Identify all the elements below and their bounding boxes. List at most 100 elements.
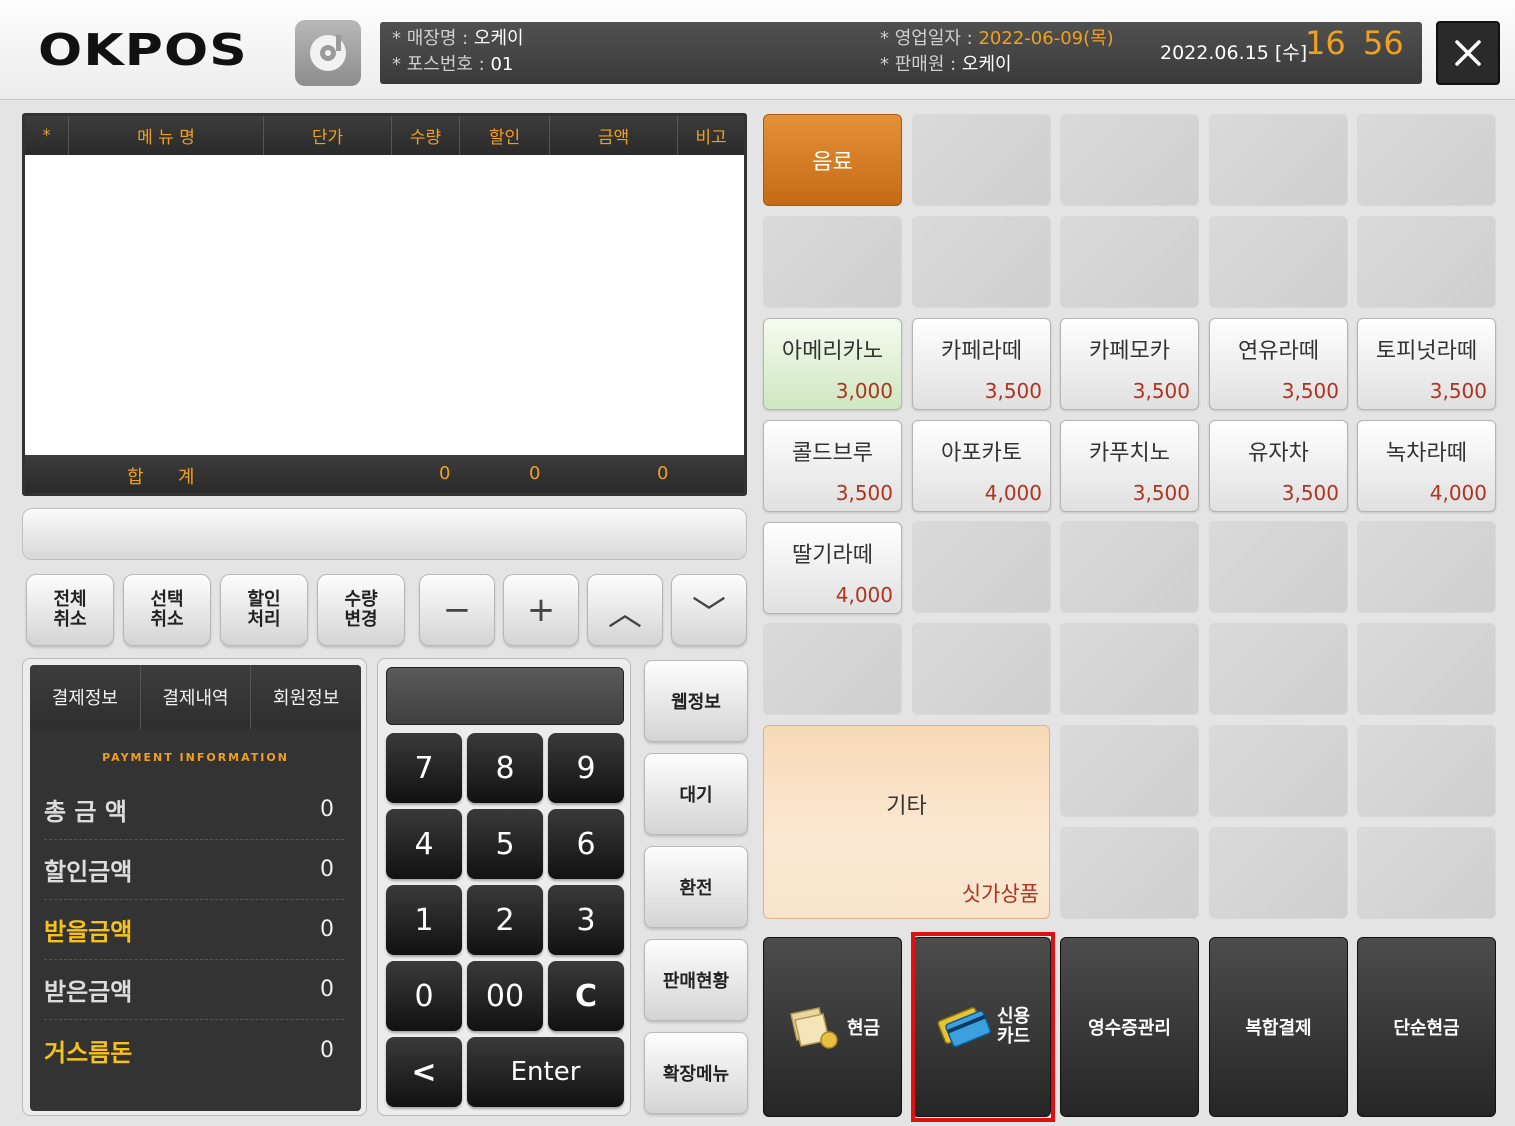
cash-label: 현금 — [846, 1018, 881, 1039]
keypad-display[interactable] — [386, 667, 624, 725]
product-cappuccino[interactable]: 카푸치노 3,500 — [1060, 420, 1199, 512]
pay-label: 거스름돈 — [44, 1038, 133, 1067]
combined-payment-button[interactable]: 복합결제 — [1209, 937, 1348, 1117]
empty-slot — [1060, 521, 1199, 613]
key-8[interactable]: 8 — [467, 733, 543, 803]
col-note: 비고 — [695, 128, 727, 148]
credit-card-button[interactable]: 신용 카드 — [912, 937, 1051, 1117]
pos-label: * 포스번호 : — [392, 54, 485, 75]
product-cold-brew[interactable]: 콜드브루 3,500 — [763, 420, 902, 512]
disc-icon-button[interactable] — [295, 20, 361, 86]
product-condensed-milk-latte[interactable]: 연유라떼 3,500 — [1209, 318, 1348, 410]
category-drink-button[interactable]: 음료 — [763, 114, 902, 206]
product-cafe-mocha[interactable]: 카페모카 3,500 — [1060, 318, 1199, 410]
store-label: * 매장명 : — [392, 28, 469, 49]
cashier-value: 오케이 — [961, 54, 1012, 75]
product-price: 4,000 — [1429, 481, 1487, 505]
empty-slot — [1357, 114, 1496, 206]
key-3[interactable]: 3 — [548, 885, 624, 955]
clock-hour: 16 — [1305, 24, 1346, 62]
bizdate-label: * 영업일자 : — [880, 28, 973, 49]
empty-slot — [1060, 623, 1199, 715]
numeric-keypad: 7 8 9 4 5 6 1 2 3 0 00 C < Enter — [377, 658, 631, 1116]
product-americano[interactable]: 아메리카노 3,000 — [763, 318, 902, 410]
tab-payment-info[interactable]: 결제정보 — [30, 665, 141, 729]
pay-row-due: 받을금액 0 — [44, 900, 344, 960]
tab-member-info[interactable]: 회원정보 — [251, 665, 361, 729]
store-value: 오케이 — [473, 28, 524, 49]
product-strawberry-latte[interactable]: 딸기라떼 4,000 — [763, 522, 902, 614]
key-7[interactable]: 7 — [386, 733, 462, 803]
web-info-button[interactable]: 웹정보 — [644, 660, 748, 742]
plus-button[interactable]: + — [503, 574, 579, 646]
pay-label: 받을금액 — [44, 918, 133, 946]
pay-value: 0 — [320, 1037, 334, 1063]
close-button[interactable] — [1436, 21, 1500, 85]
cancel-all-button[interactable]: 전체 취소 — [26, 574, 114, 646]
okpos-logo: OKPOS — [38, 25, 248, 76]
extended-menu-button[interactable]: 확장메뉴 — [644, 1032, 748, 1114]
product-name: 카푸치노 — [1089, 441, 1170, 466]
empty-slot — [1209, 827, 1348, 919]
key-2[interactable]: 2 — [467, 885, 543, 955]
key-enter[interactable]: Enter — [467, 1037, 624, 1107]
sales-status-button[interactable]: 판매현황 — [644, 939, 748, 1021]
col-marker: * — [25, 116, 69, 155]
credit-card-icon — [937, 1007, 991, 1048]
product-price: 3,500 — [1281, 481, 1339, 505]
product-name: 딸기라떼 — [792, 543, 873, 568]
key-9[interactable]: 9 — [548, 733, 624, 803]
pay-value: 0 — [320, 797, 334, 822]
down-arrow-button[interactable]: ﹀ — [671, 574, 747, 646]
key-0[interactable]: 0 — [386, 961, 462, 1031]
etc-product-button[interactable]: 기타 싯가상품 — [763, 725, 1050, 919]
product-name: 콜드브루 — [792, 441, 873, 466]
pay-value: 0 — [320, 857, 334, 882]
product-name: 녹차라떼 — [1386, 441, 1467, 466]
pay-value: 0 — [320, 977, 334, 1002]
key-6[interactable]: 6 — [548, 809, 624, 879]
empty-slot — [1209, 725, 1348, 817]
empty-slot — [1060, 216, 1199, 308]
etc-sublabel: 싯가상품 — [961, 882, 1039, 906]
key-00[interactable]: 00 — [467, 961, 543, 1031]
empty-slot — [912, 521, 1051, 613]
discount-button[interactable]: 할인 처리 — [220, 574, 308, 646]
total-label: 합 계 — [127, 467, 195, 488]
key-clear[interactable]: C — [548, 961, 624, 1031]
product-yuja-tea[interactable]: 유자차 3,500 — [1209, 420, 1348, 512]
minus-button[interactable]: − — [419, 574, 495, 646]
payment-tabs: 결제정보 결제내역 회원정보 — [30, 665, 361, 729]
empty-slot — [1060, 725, 1199, 817]
exchange-button[interactable]: 환전 — [644, 846, 748, 928]
credit-card-label: 신용 카드 — [996, 1006, 1031, 1047]
order-list-body[interactable] — [25, 155, 744, 455]
simple-cash-button[interactable]: 단순현금 — [1357, 937, 1496, 1117]
product-price: 3,500 — [1132, 379, 1190, 403]
empty-slot — [763, 216, 902, 308]
key-5[interactable]: 5 — [467, 809, 543, 879]
product-toffee-nut-latte[interactable]: 토피넛라떼 3,500 — [1357, 318, 1496, 410]
product-affogato[interactable]: 아포카토 4,000 — [912, 420, 1051, 512]
product-price: 4,000 — [835, 583, 893, 607]
tab-payment-history[interactable]: 결제내역 — [141, 665, 252, 729]
qty-change-button[interactable]: 수량 변경 — [317, 574, 405, 646]
hold-button[interactable]: 대기 — [644, 753, 748, 835]
key-1[interactable]: 1 — [386, 885, 462, 955]
product-name: 아포카토 — [941, 441, 1022, 466]
empty-slot — [763, 623, 902, 715]
cash-button[interactable]: 현금 — [763, 937, 902, 1117]
up-arrow-button[interactable]: ︿ — [587, 574, 663, 646]
product-price: 3,000 — [835, 379, 893, 403]
key-4[interactable]: 4 — [386, 809, 462, 879]
total-amount: 0 — [657, 463, 669, 484]
receipt-management-button[interactable]: 영수증관리 — [1060, 937, 1199, 1117]
product-name: 아메리카노 — [781, 339, 884, 364]
etc-label: 기타 — [886, 794, 927, 819]
product-cafe-latte[interactable]: 카페라떼 3,500 — [912, 318, 1051, 410]
key-backspace[interactable]: < — [386, 1037, 462, 1107]
product-green-tea-latte[interactable]: 녹차라떼 4,000 — [1357, 420, 1496, 512]
product-price: 3,500 — [835, 481, 893, 505]
cancel-selected-button[interactable]: 선택 취소 — [123, 574, 211, 646]
pos-value: 01 — [490, 54, 514, 75]
